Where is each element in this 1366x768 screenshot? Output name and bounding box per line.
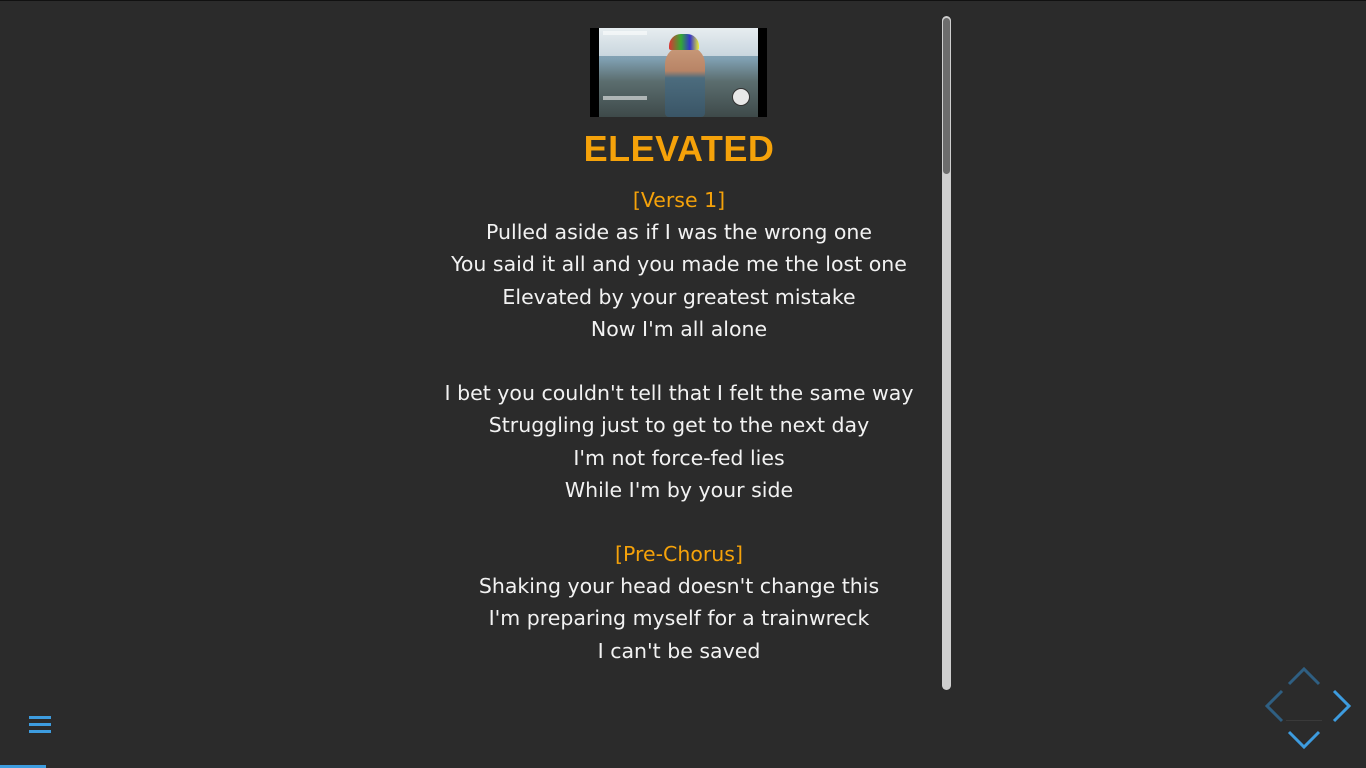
lyric-line: I'm preparing myself for a trainwreck bbox=[488, 606, 870, 631]
lyric-line: Struggling just to get to the next day bbox=[488, 413, 870, 438]
hamburger-menu-icon[interactable] bbox=[26, 712, 54, 738]
window-top-border bbox=[0, 0, 1366, 1]
thumbnail-image bbox=[599, 28, 758, 117]
song-title: ELEVATED bbox=[583, 128, 775, 169]
section-label: [Verse 1] bbox=[632, 188, 726, 212]
lyric-line: Now I'm all alone bbox=[590, 316, 768, 341]
lyric-line: I'm not force-fed lies bbox=[573, 445, 785, 470]
logo-seal-icon bbox=[732, 88, 750, 106]
stanza-gap bbox=[420, 345, 938, 377]
chevron-right-icon[interactable] bbox=[1320, 686, 1360, 726]
lyric-line: Elevated by your greatest mistake bbox=[502, 284, 856, 309]
lyrics-scrollbar[interactable] bbox=[942, 16, 951, 690]
lyrics-panel[interactable]: ELEVATED [Verse 1] Pulled aside as if I w… bbox=[420, 16, 938, 696]
scrollbar-thumb[interactable] bbox=[943, 18, 950, 174]
chevron-down-icon[interactable] bbox=[1284, 720, 1324, 760]
lyric-line: You said it all and you made me the lost… bbox=[451, 252, 907, 277]
music-video-thumbnail[interactable] bbox=[590, 28, 767, 117]
lyric-line: I can't be saved bbox=[597, 638, 761, 663]
lyrics-body: [Verse 1] Pulled aside as if I was the wr… bbox=[420, 184, 938, 667]
section-label: [Pre-Chorus] bbox=[615, 542, 743, 567]
lyric-line: Pulled aside as if I was the wrong one bbox=[486, 220, 872, 245]
lyric-line: While I'm by your side bbox=[564, 477, 794, 502]
stanza-gap bbox=[420, 506, 938, 538]
lyric-line: I bet you couldn't tell that I felt the … bbox=[444, 381, 914, 406]
navigation-pad bbox=[1256, 658, 1352, 754]
lyric-line: Shaking your head doesn't change this bbox=[478, 574, 880, 599]
